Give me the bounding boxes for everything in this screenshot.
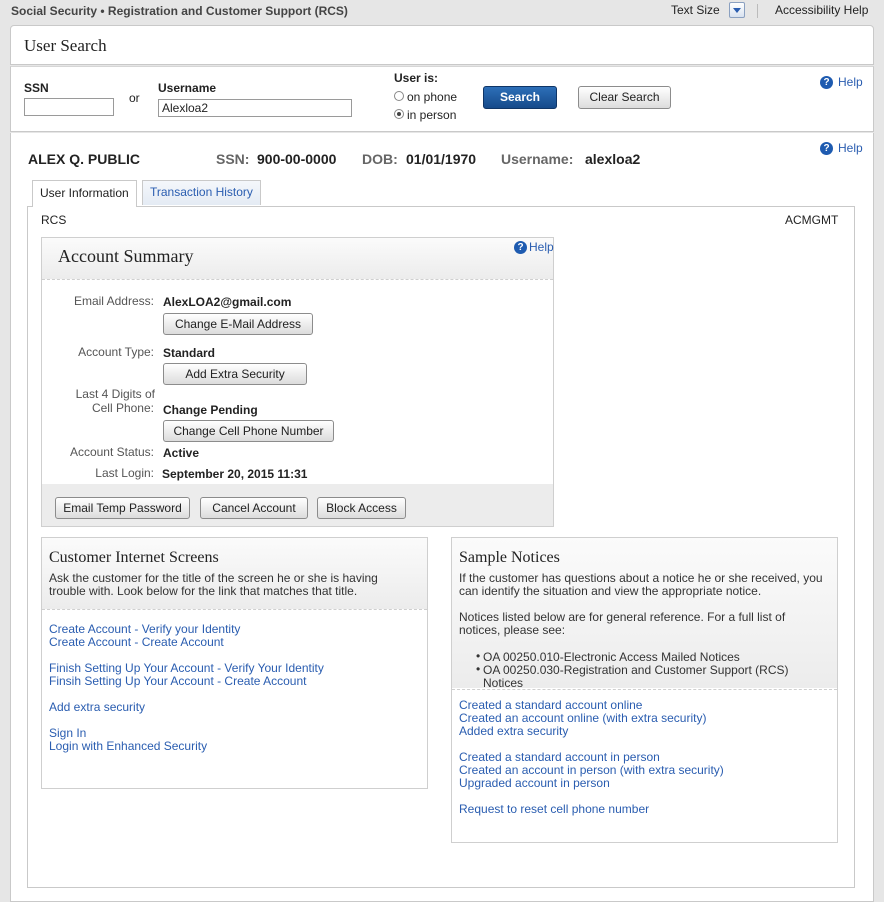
on-phone-label: on phone bbox=[407, 90, 458, 104]
link-create-account-verify[interactable]: Create Account - Verify your Identity bbox=[49, 622, 240, 636]
cell-label-line1: Last 4 Digits of bbox=[75, 387, 155, 401]
help-icon[interactable]: ? bbox=[820, 142, 833, 155]
link-created-standard-in-person[interactable]: Created a standard account in person bbox=[459, 750, 660, 764]
account-status-value: Active bbox=[163, 446, 200, 460]
add-extra-security-button[interactable]: Add Extra Security bbox=[163, 363, 307, 385]
search-help-link[interactable]: Help bbox=[838, 75, 863, 89]
link-add-extra-security[interactable]: Add extra security bbox=[49, 700, 145, 714]
sample-notices-ref-line2: notices, please see: bbox=[459, 623, 566, 637]
or-label: or bbox=[129, 91, 140, 105]
in-person-label: in person bbox=[407, 108, 457, 122]
link-upgraded-in-person[interactable]: Upgraded account in person bbox=[459, 776, 610, 790]
link-created-in-person-extra-security[interactable]: Created an account in person (with extra… bbox=[459, 763, 724, 777]
change-cell-phone-button[interactable]: Change Cell Phone Number bbox=[163, 420, 334, 442]
ssn-label: SSN bbox=[24, 81, 49, 95]
email-temp-password-button[interactable]: Email Temp Password bbox=[55, 497, 190, 519]
clear-search-button[interactable]: Clear Search bbox=[578, 86, 671, 109]
last-login-value: September 20, 2015 11:31 bbox=[162, 467, 308, 481]
divider bbox=[42, 609, 427, 610]
cancel-account-button[interactable]: Cancel Account bbox=[200, 497, 308, 519]
notice-link-oa-00250-010[interactable]: OA 00250.010-Electronic Access Mailed No… bbox=[483, 650, 740, 664]
on-phone-radio[interactable] bbox=[394, 91, 404, 101]
acmgmt-code: ACMGMT bbox=[785, 213, 839, 227]
link-created-online-extra-security[interactable]: Created an account online (with extra se… bbox=[459, 711, 706, 725]
page-title: User Search bbox=[24, 36, 107, 55]
account-summary-help-link[interactable]: Help bbox=[529, 240, 554, 254]
user-is-label: User is: bbox=[394, 71, 439, 85]
divider bbox=[452, 689, 837, 690]
customer-name: ALEX Q. PUBLIC bbox=[28, 151, 141, 167]
link-created-standard-online[interactable]: Created a standard account online bbox=[459, 698, 642, 712]
divider bbox=[757, 4, 758, 18]
change-email-button[interactable]: Change E-Mail Address bbox=[163, 313, 313, 335]
cell-label-line2: Cell Phone: bbox=[91, 401, 154, 415]
search-button[interactable]: Search bbox=[483, 86, 557, 109]
account-type-label: Account Type: bbox=[78, 345, 154, 359]
cell-value: Change Pending bbox=[163, 403, 258, 417]
link-finish-setup-verify[interactable]: Finish Setting Up Your Account - Verify … bbox=[49, 661, 324, 675]
link-reset-cell-phone[interactable]: Request to reset cell phone number bbox=[459, 802, 649, 816]
user-search-header bbox=[10, 25, 874, 65]
username-label: Username bbox=[158, 81, 217, 95]
username-input[interactable] bbox=[158, 99, 352, 117]
ssn-header-value: 900-00-0000 bbox=[257, 151, 337, 167]
top-bar: Social Security • Registration and Custo… bbox=[0, 0, 884, 24]
text-size-label: Text Size bbox=[671, 3, 720, 17]
username-header-value: alexloa2 bbox=[585, 151, 641, 167]
link-finish-setup-create[interactable]: Finsih Setting Up Your Account - Create … bbox=[49, 674, 306, 688]
email-label: Email Address: bbox=[73, 294, 154, 308]
bullet-dot: • bbox=[476, 662, 481, 676]
customer-screens-desc-line2: trouble with. Look below for the link th… bbox=[49, 584, 358, 598]
customer-help-link[interactable]: Help bbox=[838, 141, 863, 155]
dob-header-label: DOB: bbox=[362, 151, 398, 167]
account-status-label: Account Status: bbox=[69, 445, 154, 459]
tab-user-information[interactable]: User Information bbox=[32, 180, 137, 207]
help-icon[interactable]: ? bbox=[820, 76, 833, 89]
link-create-account-create[interactable]: Create Account - Create Account bbox=[49, 635, 224, 649]
help-icon[interactable]: ? bbox=[514, 241, 527, 254]
link-added-extra-security[interactable]: Added extra security bbox=[459, 724, 568, 738]
dob-header-value: 01/01/1970 bbox=[406, 151, 477, 167]
link-login-enhanced-security[interactable]: Login with Enhanced Security bbox=[49, 739, 207, 753]
sample-notices-title: Sample Notices bbox=[459, 549, 560, 566]
account-summary-title: Account Summary bbox=[58, 246, 194, 266]
last-login-label: Last Login: bbox=[95, 466, 154, 480]
chevron-down-icon bbox=[733, 8, 741, 13]
email-value: AlexLOA2@gmail.com bbox=[163, 295, 292, 309]
notice-link-oa-00250-030[interactable]: OA 00250.030-Registration and Customer S… bbox=[483, 663, 789, 677]
rcs-code: RCS bbox=[41, 213, 67, 227]
notice-link-oa-00250-030-cont[interactable]: Notices bbox=[483, 676, 523, 690]
divider bbox=[42, 279, 553, 280]
link-sign-in[interactable]: Sign In bbox=[49, 726, 86, 740]
app-title: Social Security • Registration and Custo… bbox=[11, 4, 348, 18]
in-person-radio[interactable] bbox=[394, 109, 404, 119]
ssn-header-label: SSN: bbox=[216, 151, 250, 167]
ssn-input[interactable] bbox=[24, 98, 114, 116]
block-access-button[interactable]: Block Access bbox=[317, 497, 406, 519]
customer-screens-title: Customer Internet Screens bbox=[49, 549, 219, 566]
username-header-label: Username: bbox=[501, 151, 574, 167]
text-size-dropdown[interactable] bbox=[729, 2, 745, 18]
sample-notices-desc-line2: can identify the situation and view the … bbox=[459, 584, 762, 598]
accessibility-help-link[interactable]: Accessibility Help bbox=[775, 3, 868, 17]
tab-transaction-history[interactable]: Transaction History bbox=[142, 180, 261, 205]
account-type-value: Standard bbox=[163, 346, 216, 360]
